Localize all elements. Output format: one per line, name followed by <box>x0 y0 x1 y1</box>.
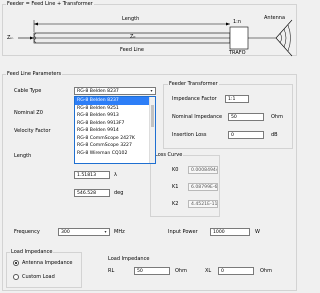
cable-option[interactable]: RG-8 Belden 9913F7 <box>75 120 155 128</box>
frequency-unit: MHz <box>114 229 125 235</box>
rl-label: RL <box>108 268 115 274</box>
trafo-label: TRAFO <box>229 50 246 56</box>
rl-unit: Ohm <box>175 268 187 274</box>
chevron-down-icon[interactable]: ▾ <box>148 88 155 94</box>
cable-option[interactable]: RG-8 Belden 9914 <box>75 127 155 135</box>
length-field-label: Length <box>14 153 32 159</box>
velocity-factor-label: Velocity Factor <box>14 128 51 134</box>
rl-input[interactable]: 50 <box>134 267 170 275</box>
cable-option[interactable]: RG-8 Belden 8237 <box>75 97 155 105</box>
zin-label: Zᵢₙ <box>7 35 14 41</box>
insertion-loss-input[interactable]: 0 <box>228 131 264 139</box>
frequency-select[interactable]: 300 ▾ <box>58 228 110 236</box>
cable-type-select[interactable]: RG-8 Belden 8237 ▾ <box>74 87 156 95</box>
cable-option[interactable]: RG-8 CommScope 2427K <box>75 135 155 143</box>
frequency-value: 300 <box>61 230 70 235</box>
nominal-z0-label: Nominal Z0 <box>14 110 43 116</box>
nominal-impedance-input[interactable]: 50 <box>228 113 264 121</box>
frequency-label: Frequency <box>14 229 40 235</box>
insertion-loss-label: Insertion Loss <box>172 132 207 138</box>
load-impedance-values-title: Load Impedance <box>108 256 150 262</box>
xl-label: XL <box>205 268 212 274</box>
cable-option[interactable]: RG-8 Belden 9251 <box>75 105 155 113</box>
xl-unit: Ohm <box>260 268 272 274</box>
length-deg-unit: deg <box>114 190 124 196</box>
antenna-label: Antenna <box>264 15 286 21</box>
impedance-factor-label: Impedance Factor <box>172 96 217 102</box>
cable-type-value: RG-8 Belden 8237 <box>77 89 119 94</box>
feedline-params-title: Feed Line Parameters <box>6 71 63 77</box>
length-lambda-unit: λ <box>114 172 117 178</box>
input-power-input[interactable]: 1000 <box>210 228 250 236</box>
custom-load-radio[interactable] <box>13 274 19 280</box>
length-deg-input[interactable]: 546.528 <box>74 189 110 197</box>
insertion-loss-unit: dB <box>271 132 278 138</box>
custom-load-label[interactable]: Custom Load <box>22 274 55 280</box>
antenna-impedance-radio[interactable] <box>13 260 19 266</box>
k0-label: K0 <box>172 167 179 173</box>
cable-option[interactable]: RG-8 Belden 9913 <box>75 112 155 120</box>
load-impedance-group-title: Load Impedance <box>10 249 54 255</box>
chevron-down-icon[interactable]: ▾ <box>102 229 109 235</box>
input-power-unit: W <box>255 229 260 235</box>
antenna-impedance-label[interactable]: Antenna Impedance <box>22 260 72 266</box>
scrollbar-thumb[interactable] <box>151 105 154 127</box>
cable-option[interactable]: RG-8 CommScope 3227 <box>75 142 155 150</box>
input-power-label: Input Power <box>168 229 198 235</box>
k2-value: 4.4521E-11 <box>188 200 218 208</box>
feeder-transformer-title: Feeder Transformer <box>168 81 219 87</box>
load-impedance-group <box>6 252 82 288</box>
z0-label: Z₀ <box>130 34 136 40</box>
cable-type-label: Cable Type <box>14 88 42 94</box>
k2-label: K2 <box>172 201 179 207</box>
nominal-impedance-label: Nominal Impedance <box>172 114 223 120</box>
dropdown-scrollbar[interactable] <box>149 97 155 163</box>
trafo-box <box>229 26 249 50</box>
xl-input[interactable]: 0 <box>218 267 254 275</box>
antenna-horn-icon <box>275 19 293 57</box>
cable-option[interactable]: RG-8 Wireman CQ102 <box>75 150 155 158</box>
k1-label: K1 <box>172 184 179 190</box>
length-lambda-input[interactable]: 1.51813 <box>74 171 110 179</box>
cable-type-dropdown[interactable]: RG-8 Belden 8237 RG-8 Belden 9251 RG-8 B… <box>74 96 156 164</box>
k1-value: 6.08799E-6 <box>188 183 218 191</box>
impedance-factor-input[interactable]: 1:1 <box>225 95 249 103</box>
length-label: Length <box>122 16 140 22</box>
feedline-label: Feed Line <box>120 47 144 53</box>
loss-curve-title: Loss Curve <box>154 152 184 158</box>
ratio-label: 1:n <box>233 19 242 25</box>
length-arrow-right <box>226 22 230 26</box>
nominal-impedance-unit: Ohm <box>271 114 283 120</box>
feeder-diagram <box>18 19 293 57</box>
k0-value: 0.000849442 <box>188 166 218 174</box>
length-arrow-left <box>34 22 38 26</box>
